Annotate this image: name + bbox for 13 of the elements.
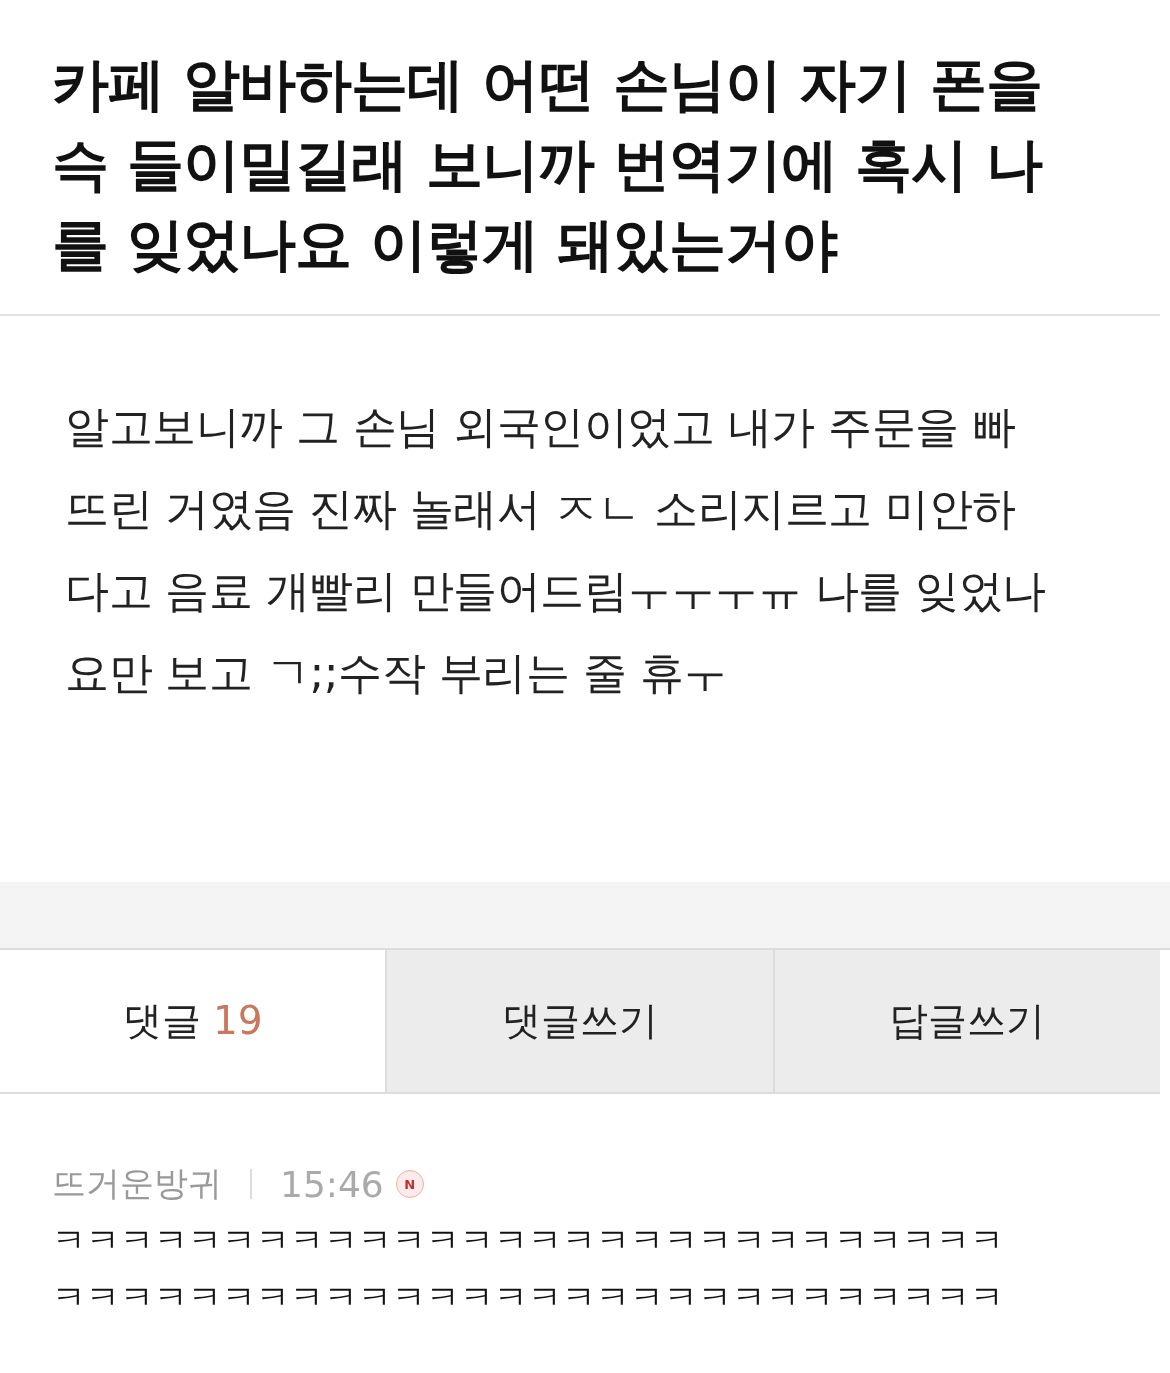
tab[interactable]: 댓글쓰기 <box>385 950 773 1092</box>
tab[interactable]: 답글쓰기 <box>772 950 1160 1092</box>
comment-time: 15:46 <box>280 1163 384 1205</box>
comment-text: ㅋㅋㅋㅋㅋㅋㅋㅋㅋㅋㅋㅋㅋㅋㅋㅋㅋㅋㅋㅋㅋㅋㅋㅋㅋㅋㅋㅋ <box>52 1219 1005 1262</box>
post-title: 카페 알바하는데 어떤 손님이 자기 폰을 <box>52 50 1044 119</box>
post-text: 뜨린 거였음 진짜 놀래서 ㅈㄴ 소리지르고 미안하 <box>65 482 1017 536</box>
post-title: 를 잊었나요 이렇게 돼있는거야 <box>52 210 839 279</box>
post-title: 슥 들이밀길래 보니까 번역기에 혹시 나 <box>52 130 1044 199</box>
post-text: 다고 음료 개빨리 만들어드림ㅜㅜㅜㅠ 나를 잊었나 <box>65 564 1047 618</box>
new-badge: N <box>395 1170 424 1198</box>
post-text: 요만 보고 ㄱ;;수작 부리는 줄 휴ㅜ <box>65 646 728 700</box>
comment-text: ㅋㅋㅋㅋㅋㅋㅋㅋㅋㅋㅋㅋㅋㅋㅋㅋㅋㅋㅋㅋㅋㅋㅋㅋㅋㅋㅋㅋ <box>52 1276 1005 1319</box>
post-text: 알고보니까 그 손님 외국인이었고 내가 주문을 빠 <box>65 400 1017 454</box>
